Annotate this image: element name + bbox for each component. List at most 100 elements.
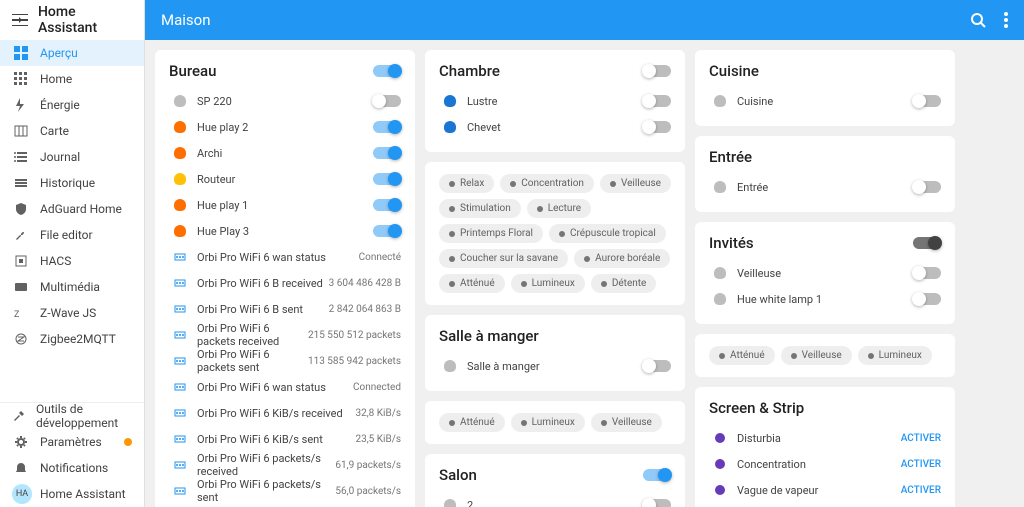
scene-chip[interactable]: Veilleuse (781, 346, 852, 365)
scene-chip[interactable]: Veilleuse (591, 413, 662, 432)
light-row[interactable]: Hue play 1 (169, 192, 401, 218)
sidebar-item-aperçu[interactable]: Aperçu (0, 40, 144, 66)
toggle-switch[interactable] (643, 499, 671, 507)
scene-chip[interactable]: Lumineux (511, 274, 585, 293)
light-row[interactable]: Lustre (439, 88, 671, 114)
sidebar-item-outils-de-développement[interactable]: Outils de développement (0, 403, 144, 429)
scene-chip[interactable]: Concentration (500, 174, 594, 193)
toggle-switch[interactable] (373, 199, 401, 211)
sidebar-item-hacs[interactable]: HACS (0, 248, 144, 274)
map-icon (12, 124, 30, 138)
sidebar-item-paramètres[interactable]: Paramètres (0, 429, 144, 455)
scene-chip[interactable]: Printemps Floral (439, 224, 543, 243)
toggle-switch[interactable] (373, 121, 401, 133)
badge-dot (124, 438, 132, 446)
scene-chip[interactable]: Stimulation (439, 199, 521, 218)
sidebar-item-home[interactable]: Home (0, 66, 144, 92)
sensor-row[interactable]: Orbi Pro WiFi 6 B received3 604 486 428 … (169, 270, 401, 296)
sidebar-item-historique[interactable]: Historique (0, 170, 144, 196)
scene-chip[interactable]: Veilleuse (600, 174, 671, 193)
scene-chip[interactable]: Atténué (709, 346, 775, 365)
toggle-switch[interactable] (643, 360, 671, 372)
toggle-switch[interactable] (643, 469, 671, 481)
light-row[interactable]: Archi (169, 140, 401, 166)
sensor-row[interactable]: Orbi Pro WiFi 6 packets received215 550 … (169, 322, 401, 348)
scene-row[interactable]: Planète bleueACTIVER (709, 503, 941, 507)
scene-row[interactable]: DisturbiaACTIVER (709, 425, 941, 451)
sidebar-item-label: Home (40, 72, 72, 86)
sensor-row[interactable]: Orbi Pro WiFi 6 packets/s sent56,0 packe… (169, 478, 401, 504)
activate-button[interactable]: ACTIVER (901, 459, 941, 470)
light-row[interactable]: Hue play 2 (169, 114, 401, 140)
toggle-switch[interactable] (913, 181, 941, 193)
bulb-icon (174, 225, 186, 237)
light-row[interactable]: SP 220 (169, 88, 401, 114)
light-row[interactable]: Salle à manger (439, 353, 671, 379)
toggle-switch[interactable] (643, 121, 671, 133)
toggle-switch[interactable] (913, 237, 941, 249)
sidebar-item-carte[interactable]: Carte (0, 118, 144, 144)
sidebar-item-label: Home Assistant (40, 487, 126, 501)
light-row[interactable]: Routeur (169, 166, 401, 192)
scene-chip[interactable]: Atténué (439, 413, 505, 432)
light-row[interactable]: Hue Play 3 (169, 218, 401, 244)
toggle-switch[interactable] (373, 95, 401, 107)
scene-chip[interactable]: Coucher sur la savane (439, 249, 568, 268)
sidebar-item-multimédia[interactable]: Multimédia (0, 274, 144, 300)
sidebar-item-label: Historique (40, 176, 95, 190)
sidebar-item-zigbee2mqtt[interactable]: Zigbee2MQTT (0, 326, 144, 352)
scene-chips: Atténué Lumineux Veilleuse (439, 413, 671, 432)
chip-dot-icon (610, 181, 616, 187)
sensor-row[interactable]: Orbi Pro WiFi 6 KiB/s sent23,5 KiB/s (169, 426, 401, 452)
toggle-switch[interactable] (373, 173, 401, 185)
light-label: SP 220 (197, 95, 373, 108)
light-row[interactable]: Chevet (439, 114, 671, 140)
sensor-row[interactable]: Orbi Pro WiFi 6 packets sent113 585 942 … (169, 348, 401, 374)
toggle-switch[interactable] (373, 147, 401, 159)
scene-chip[interactable]: Lumineux (511, 413, 585, 432)
card-salle-scenes: Atténué Lumineux Veilleuse (425, 401, 685, 444)
toggle-switch[interactable] (913, 95, 941, 107)
toggle-switch[interactable] (373, 65, 401, 77)
sidebar-item-énergie[interactable]: Énergie (0, 92, 144, 118)
scene-chip[interactable]: Atténué (439, 274, 505, 293)
light-row[interactable]: Cuisine (709, 88, 941, 114)
sidebar-item-home-assistant[interactable]: HAHome Assistant (0, 481, 144, 507)
overflow-icon[interactable] (1004, 12, 1008, 28)
scene-row[interactable]: ConcentrationACTIVER (709, 451, 941, 477)
scene-chip[interactable]: Lumineux (858, 346, 932, 365)
activate-button[interactable]: ACTIVER (901, 433, 941, 444)
toggle-switch[interactable] (373, 225, 401, 237)
scene-chip[interactable]: Aurore boréale (574, 249, 670, 268)
sidebar-item-notifications[interactable]: Notifications (0, 455, 144, 481)
activate-button[interactable]: ACTIVER (901, 485, 941, 496)
scene-chip[interactable]: Lecture (527, 199, 591, 218)
sidebar-item-journal[interactable]: Journal (0, 144, 144, 170)
light-row[interactable]: Veilleuse (709, 260, 941, 286)
light-row[interactable]: Entrée (709, 174, 941, 200)
toggle-switch[interactable] (913, 267, 941, 279)
toggle-switch[interactable] (643, 95, 671, 107)
light-row[interactable]: 2 (439, 492, 671, 507)
search-icon[interactable] (970, 12, 986, 28)
sensor-row[interactable]: Orbi Pro WiFi 6 KiB/s received32,8 KiB/s (169, 400, 401, 426)
scene-chip[interactable]: Crépuscule tropical (549, 224, 666, 243)
scene-row[interactable]: Vague de vapeurACTIVER (709, 477, 941, 503)
toggle-switch[interactable] (913, 293, 941, 305)
bulb-icon (174, 95, 186, 107)
wrench-icon (12, 228, 30, 242)
sidebar-item-adguard-home[interactable]: AdGuard Home (0, 196, 144, 222)
light-row[interactable]: Hue white lamp 1 (709, 286, 941, 312)
scene-chip[interactable]: Détente (591, 274, 657, 293)
sidebar-item-file-editor[interactable]: File editor (0, 222, 144, 248)
scene-chip[interactable]: Relax (439, 174, 494, 193)
sensor-row[interactable]: Orbi Pro WiFi 6 wan statusConnected (169, 374, 401, 400)
gear-icon (12, 435, 30, 449)
sensor-row[interactable]: Orbi Pro WiFi 6 packets/s received61,9 p… (169, 452, 401, 478)
sensor-row[interactable]: Orbi Pro WiFi 6 B sent2 842 064 863 B (169, 296, 401, 322)
menu-icon[interactable] (12, 14, 28, 26)
sidebar-item-z-wave-js[interactable]: ZZ-Wave JS (0, 300, 144, 326)
toggle-switch[interactable] (643, 65, 671, 77)
sensor-row[interactable]: Orbi Pro WiFi 6 wan statusConnecté (169, 244, 401, 270)
sidebar-item-label: Carte (40, 124, 69, 138)
